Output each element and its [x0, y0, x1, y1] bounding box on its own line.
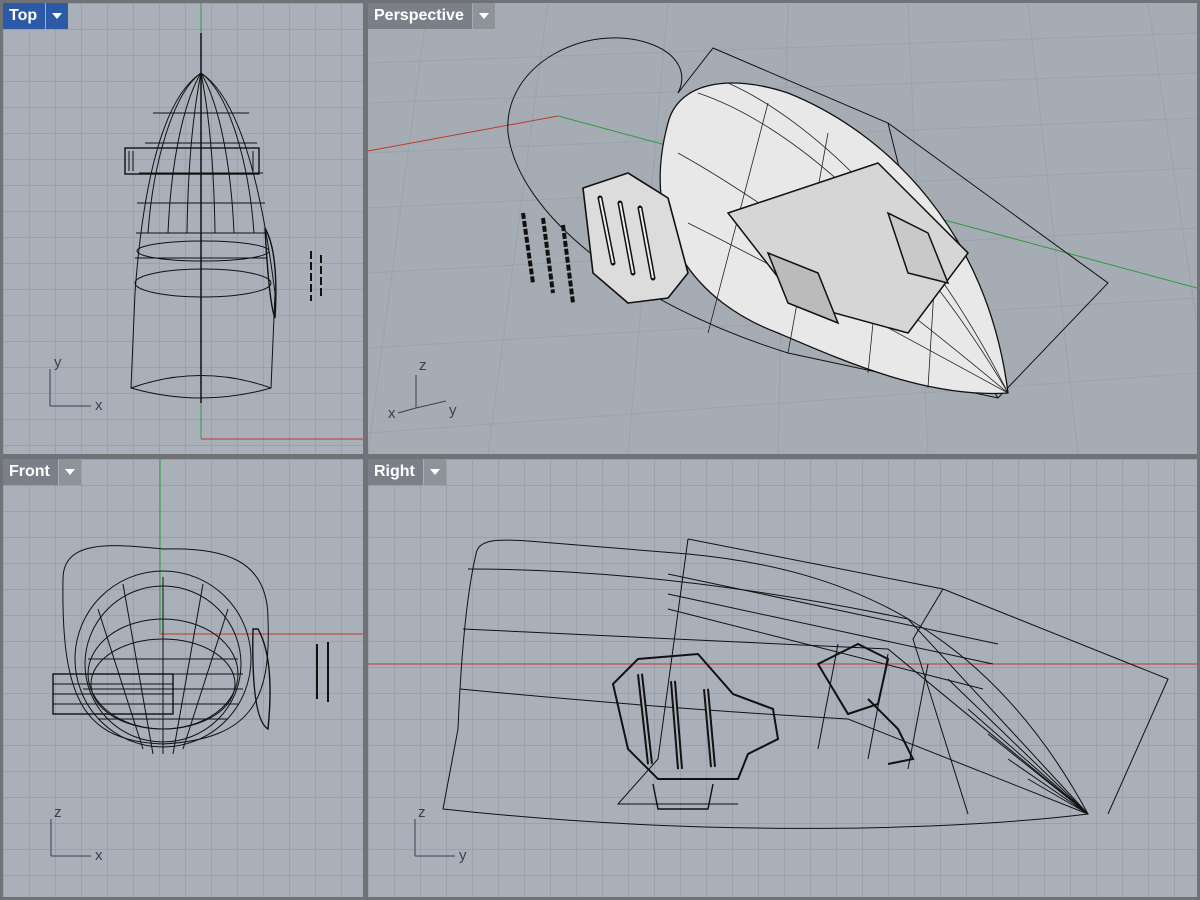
- axis-label-y: y: [449, 402, 457, 419]
- right-wireframe: [442, 538, 1169, 829]
- viewport-tab-top[interactable]: Top: [3, 3, 69, 29]
- chevron-down-icon: [429, 469, 440, 475]
- viewport-front[interactable]: x z Front: [3, 459, 363, 897]
- axis-label-x: x: [388, 405, 396, 422]
- axis-label-y: y: [54, 354, 62, 371]
- viewport-tab-front[interactable]: Front: [3, 459, 81, 485]
- viewport-right[interactable]: y z Right: [368, 459, 1197, 897]
- axis-label-z: z: [54, 804, 62, 821]
- top-axis-widget: x y: [49, 354, 103, 414]
- viewport-menu-top[interactable]: [46, 3, 69, 29]
- top-wireframe: [124, 72, 322, 399]
- axis-label-z: z: [419, 357, 427, 374]
- chevron-down-icon: [52, 13, 63, 19]
- front-view-canvas: x z: [50, 459, 363, 864]
- top-view-canvas: x y: [49, 3, 363, 440]
- perspective-axis-widget: x y z: [388, 357, 457, 422]
- viewport-top[interactable]: x y Top: [3, 3, 363, 454]
- shaded-nose-body: [659, 82, 1009, 395]
- front-axis-widget: x z: [50, 804, 103, 864]
- viewport-perspective[interactable]: x y z Perspective: [368, 3, 1197, 454]
- axis-label-y: y: [459, 847, 467, 864]
- viewport-title-front[interactable]: Front: [3, 459, 58, 485]
- viewport-title-right[interactable]: Right: [368, 459, 423, 485]
- right-view-canvas: y z: [368, 538, 1197, 864]
- axis-label-x: x: [95, 847, 103, 864]
- right-axis-widget: y z: [414, 804, 467, 864]
- viewport-tab-right[interactable]: Right: [368, 459, 446, 485]
- viewport-title-perspective[interactable]: Perspective: [368, 3, 472, 29]
- viewport-title-top[interactable]: Top: [3, 3, 46, 29]
- axis-label-x: x: [95, 397, 103, 414]
- viewport-menu-front[interactable]: [58, 459, 81, 485]
- chevron-down-icon: [64, 469, 75, 475]
- viewport-tab-perspective[interactable]: Perspective: [368, 3, 495, 29]
- front-wireframe: [52, 545, 329, 755]
- perspective-view-canvas: x y z: [368, 3, 1197, 454]
- viewport-menu-perspective[interactable]: [472, 3, 495, 29]
- chevron-down-icon: [478, 13, 489, 19]
- axis-label-z: z: [418, 804, 426, 821]
- viewport-menu-right[interactable]: [423, 459, 446, 485]
